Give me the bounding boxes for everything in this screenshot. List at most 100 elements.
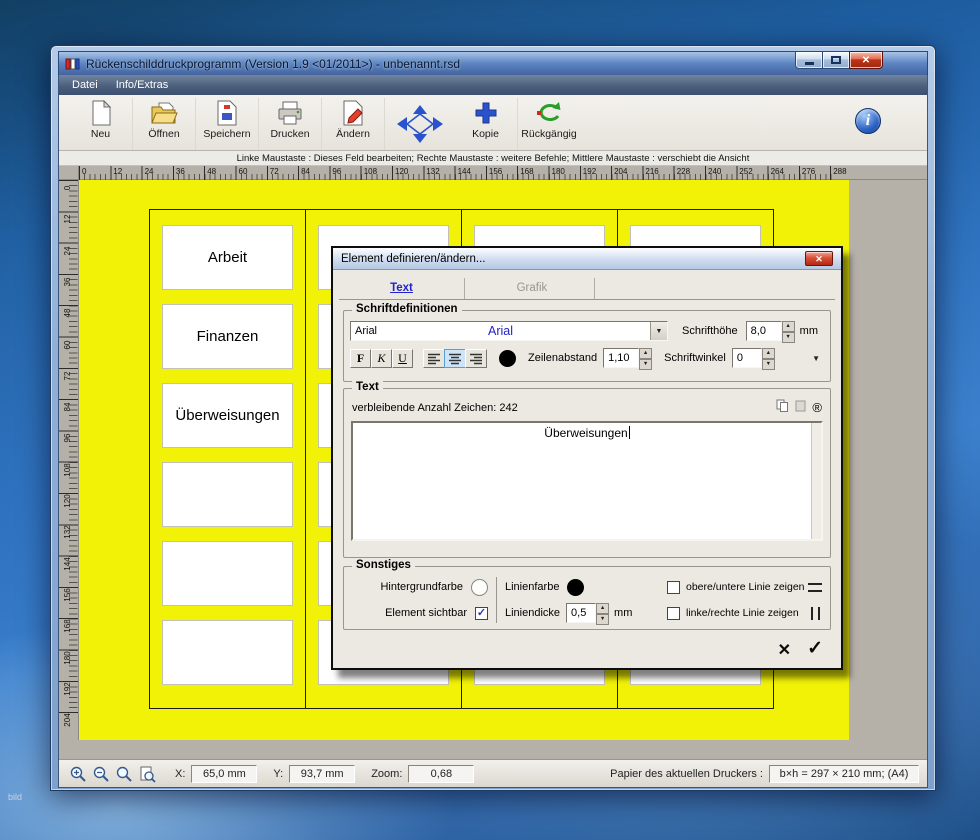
dialog-titlebar[interactable]: Element definieren/ändern... ✕ [333, 248, 841, 270]
label-cell[interactable] [162, 541, 293, 606]
vline-checkbox[interactable] [667, 607, 680, 620]
spin-up-icon[interactable]: ▲ [782, 321, 795, 332]
label-cell[interactable]: Finanzen [162, 304, 293, 369]
font-height-unit: mm [800, 325, 818, 337]
line-width-value[interactable]: 0,5 [566, 603, 596, 623]
line-width-spinner[interactable]: 0,5 ▲▼ [566, 603, 609, 623]
line-spacing-spinner[interactable]: 1,10 ▲▼ [603, 348, 652, 368]
align-right-icon [469, 352, 483, 365]
undo-button[interactable]: Rückgängig [517, 98, 580, 150]
hruler-number: 204 [614, 167, 627, 176]
y-position-field: 93,7 mm [289, 765, 355, 783]
menu-datei[interactable]: Datei [63, 79, 107, 91]
new-button[interactable]: Neu [69, 98, 132, 150]
font-height-value[interactable]: 8,0 [746, 321, 782, 341]
font-group-title: Schriftdefinitionen [352, 303, 462, 315]
font-height-spinner[interactable]: 8,0 ▲▼ [746, 321, 795, 341]
hruler-number: 84 [301, 167, 310, 176]
pan-view-control[interactable] [384, 98, 454, 150]
hruler-number: 36 [176, 167, 185, 176]
line-width-unit: mm [614, 607, 632, 619]
hruler-number: 156 [489, 167, 502, 176]
background-color-picker[interactable] [471, 579, 488, 596]
horizontal-lines-icon [808, 583, 822, 592]
text-input[interactable]: Überweisungen [351, 421, 823, 541]
menu-info-extras[interactable]: Info/Extras [107, 79, 178, 91]
maximize-button[interactable] [822, 51, 850, 69]
label-cell[interactable] [162, 462, 293, 527]
toolbar-label: Kopie [472, 128, 499, 140]
text-group-title: Text [352, 381, 383, 393]
hline-checkbox[interactable] [667, 581, 680, 594]
hruler-number: 0 [82, 167, 86, 176]
spin-up-icon[interactable]: ▲ [762, 348, 775, 359]
spin-down-icon[interactable]: ▼ [782, 332, 795, 343]
navigation-arrows-icon [394, 104, 446, 144]
align-left-button[interactable] [423, 349, 445, 368]
vruler-number: 108 [63, 460, 73, 480]
dialog-close-button[interactable]: ✕ [805, 251, 833, 266]
zoom-in-button[interactable] [67, 763, 88, 784]
label-cell[interactable] [162, 620, 293, 685]
tab-grafik[interactable]: Grafik [469, 278, 595, 299]
app-icon [65, 57, 80, 71]
zoom-out-icon [92, 765, 110, 783]
font-dropdown-button[interactable]: ▼ [650, 322, 667, 340]
spin-down-icon[interactable]: ▼ [639, 359, 652, 370]
line-color-picker[interactable] [567, 579, 584, 596]
info-button[interactable]: i [855, 108, 881, 134]
ok-button[interactable]: ✓ [807, 637, 823, 660]
align-left-icon [427, 352, 441, 365]
bold-button[interactable]: F [350, 349, 371, 368]
text-group: Text verbleibende Anzahl Zeichen: 242 ® … [343, 388, 831, 558]
line-spacing-value[interactable]: 1,10 [603, 348, 639, 368]
minimize-button[interactable] [795, 51, 823, 69]
ruler-vertical: 0122436486072849610812013214415616818019… [59, 180, 79, 740]
zoom-field: 0,68 [408, 765, 474, 783]
font-angle-spinner[interactable]: 0 ▲▼ [732, 348, 775, 368]
textarea-scrollbar[interactable] [811, 423, 821, 539]
vruler-number: 168 [63, 616, 73, 636]
spin-down-icon[interactable]: ▼ [596, 614, 609, 625]
save-button[interactable]: Speichern [195, 98, 258, 150]
label-cell[interactable]: Überweisungen [162, 383, 293, 448]
align-right-button[interactable] [465, 349, 487, 368]
open-button[interactable]: Öffnen [132, 98, 195, 150]
underline-button[interactable]: U [392, 349, 413, 368]
angle-dropdown-icon[interactable]: ▼ [812, 354, 820, 363]
element-visible-checkbox[interactable]: ✓ [475, 607, 488, 620]
vruler-number: 36 [63, 272, 73, 292]
label-cell[interactable]: Arbeit [162, 225, 293, 290]
spin-up-icon[interactable]: ▲ [639, 348, 652, 359]
misc-group: Sonstiges Hintergrundfarbe Element sicht… [343, 566, 831, 630]
print-preview-button[interactable] [136, 763, 157, 784]
close-button[interactable]: ✕ [849, 51, 883, 69]
maximize-icon [831, 56, 841, 64]
line-color-label: Linienfarbe [505, 581, 559, 593]
font-select[interactable]: Arial Arial ▼ [350, 321, 668, 341]
element-dialog: Element definieren/ändern... ✕ Text Graf… [331, 246, 843, 670]
dialog-title: Element definieren/ändern... [341, 253, 485, 265]
italic-button[interactable]: K [371, 349, 392, 368]
copy-button[interactable]: Kopie [454, 98, 517, 150]
hruler-number: 276 [802, 167, 815, 176]
insert-registered-button[interactable]: ® [812, 400, 822, 415]
paste-text-button[interactable] [794, 399, 807, 416]
toolbar-label: Ändern [336, 128, 370, 140]
font-angle-value[interactable]: 0 [732, 348, 762, 368]
tab-text[interactable]: Text [339, 278, 465, 299]
spin-down-icon[interactable]: ▼ [762, 359, 775, 370]
spin-up-icon[interactable]: ▲ [596, 603, 609, 614]
remaining-chars-label: verbleibende Anzahl Zeichen: 242 [352, 402, 518, 414]
zoom-reset-button[interactable] [113, 763, 134, 784]
edit-button[interactable]: Ändern [321, 98, 384, 150]
watermark: bild [8, 792, 22, 802]
font-color-picker[interactable] [499, 350, 516, 367]
zoom-out-button[interactable] [90, 763, 111, 784]
font-name: Arial [355, 325, 377, 337]
cancel-button[interactable]: ✕ [778, 640, 791, 660]
align-center-button[interactable] [444, 349, 466, 368]
hruler-number: 240 [708, 167, 721, 176]
print-button[interactable]: Drucken [258, 98, 321, 150]
copy-text-button[interactable] [776, 399, 789, 416]
